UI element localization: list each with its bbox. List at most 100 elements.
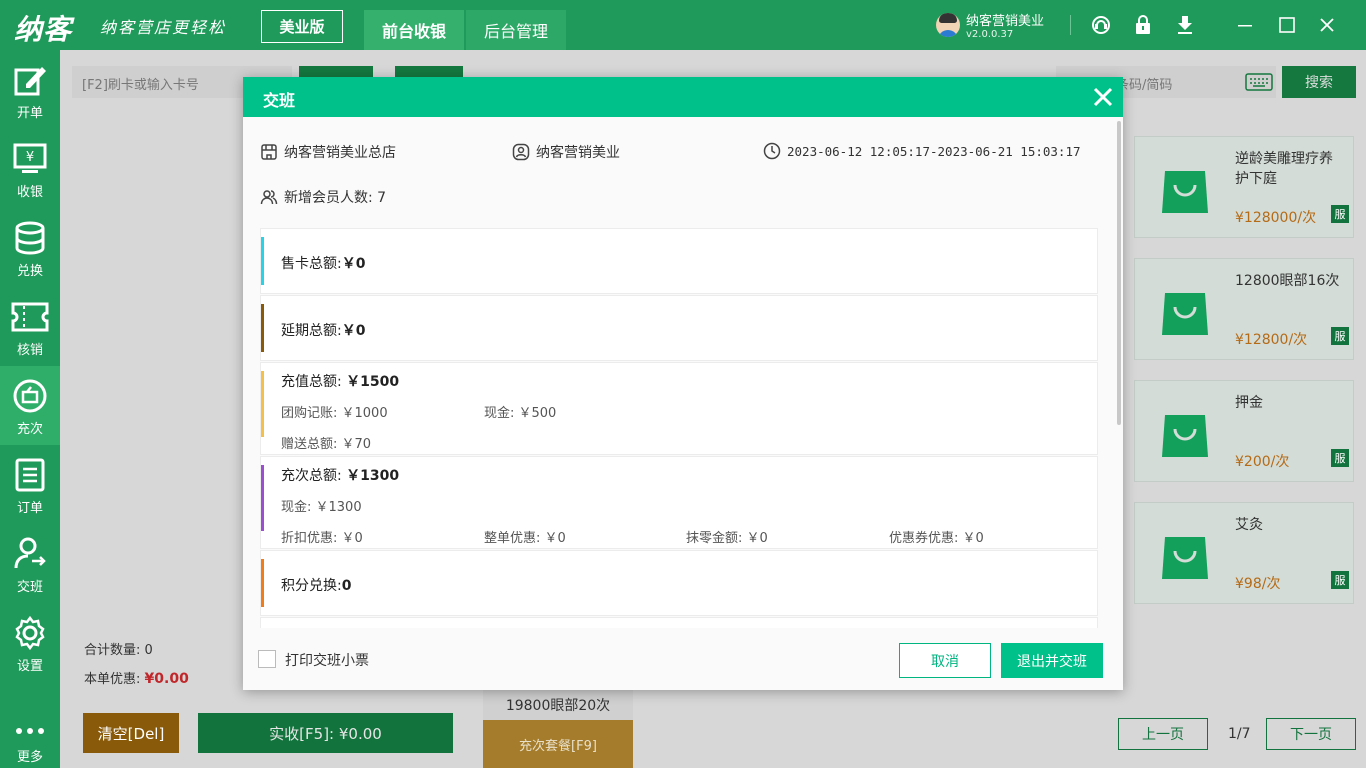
sidebar-item-orders[interactable]: 订单 [0, 445, 60, 524]
sidebar-item-label: 交班 [16, 580, 43, 595]
recharge-icon [13, 379, 47, 413]
scrollbar-thumb[interactable] [1117, 121, 1121, 425]
sidebar-item-label: 兑换 [16, 264, 43, 279]
shopping-bag-icon [1162, 293, 1208, 335]
shopping-bag-icon [1162, 537, 1208, 579]
sidebar-item-verify[interactable]: 核销 [0, 287, 60, 366]
recharge-section: 充值总额: ￥1500 团购记账: ￥1000 现金: ￥500 赠送总额: ￥… [260, 362, 1098, 455]
users-icon [260, 190, 278, 205]
sidebar-item-label: 充次 [16, 422, 43, 437]
product-name: 12800眼部16次 [1235, 273, 1340, 289]
divider [1070, 15, 1071, 35]
store-icon [261, 144, 277, 160]
next-page-button[interactable]: 下一页 [1266, 718, 1356, 750]
tab-back-office[interactable]: 后台管理 [466, 10, 566, 50]
dialog-header: 交班 [243, 77, 1123, 117]
sidebar-item-label: 更多 [16, 750, 43, 765]
clear-button[interactable]: 清空[Del] [83, 713, 179, 753]
logout-handover-button[interactable]: 退出并交班 [1001, 643, 1103, 678]
dialog-title: 交班 [263, 91, 296, 110]
clock-icon [763, 142, 781, 160]
product-price: ¥12800/次 [1235, 332, 1308, 348]
shopping-bag-icon [1162, 171, 1208, 213]
extension-section: 延期总额:￥0 [260, 295, 1098, 361]
product-name: 艾灸 [1235, 517, 1263, 533]
product-price: ¥128000/次 [1235, 210, 1317, 226]
sidebar-item-settings[interactable]: 设置 [0, 603, 60, 682]
product-name: 押金 [1235, 395, 1263, 411]
close-icon[interactable] [1091, 85, 1115, 109]
sidebar-item-label: 核销 [16, 343, 43, 358]
cancel-button[interactable]: 取消 [899, 643, 991, 678]
shopping-bag-icon [1162, 415, 1208, 457]
sidebar-item-exchange[interactable]: 兑换 [0, 208, 60, 287]
section-accent [261, 304, 264, 352]
sidebar-item-shift[interactable]: 交班 [0, 524, 60, 603]
operator-info: 纳客营销美业 [512, 142, 620, 162]
product-card[interactable]: 艾灸 ¥98/次 服 [1134, 502, 1354, 604]
avatar[interactable] [936, 13, 960, 37]
sidebar-item-label: 订单 [16, 501, 43, 516]
sidebar-item-open-order[interactable]: 开单 [0, 50, 60, 129]
sidebar: 开单 ¥ 收银 兑换 核销 充次 订单 交班 设置 更多 [0, 50, 60, 768]
more-icon [16, 728, 44, 734]
store-info: 纳客营销美业总店 [260, 142, 396, 162]
lock-icon[interactable] [1132, 14, 1154, 36]
sidebar-item-cashier[interactable]: ¥ 收银 [0, 129, 60, 208]
sidebar-item-more[interactable]: 更多 [0, 700, 60, 768]
sidebar-item-label: 开单 [16, 106, 43, 121]
ticket-icon [11, 302, 49, 332]
keyboard-icon[interactable] [1245, 73, 1273, 91]
sidebar-item-label: 设置 [16, 659, 43, 674]
download-icon[interactable] [1174, 14, 1196, 36]
package-button[interactable]: 充次套餐[F9] [483, 720, 633, 768]
page-indicator: 1/7 [1228, 726, 1251, 742]
search-button[interactable]: 搜索 [1282, 66, 1356, 98]
prev-page-button[interactable]: 上一页 [1118, 718, 1208, 750]
minimize-icon[interactable] [1234, 14, 1256, 36]
summary-list: 售卡总额:￥0 延期总额:￥0 充值总额: ￥1500 团购记账: ￥1000 … [260, 228, 1098, 628]
app-slogan: 纳客营店更轻松 [100, 18, 227, 37]
product-card[interactable]: 逆龄美雕理疗养护下庭 ¥128000/次 服 [1134, 136, 1354, 238]
edition-button[interactable]: 美业版 [261, 10, 343, 43]
section-accent [261, 371, 264, 437]
edit-icon [14, 67, 46, 96]
product-price: ¥200/次 [1235, 454, 1290, 470]
product-price: ¥98/次 [1235, 576, 1281, 592]
maximize-icon[interactable] [1276, 14, 1298, 36]
checkout-button[interactable]: 实收[F5]: ¥0.00 [198, 713, 453, 753]
package-card[interactable]: 19800眼部20次 [483, 690, 633, 720]
total-quantity: 合计数量: 0 [84, 643, 153, 658]
cashier-icon: ¥ [13, 143, 47, 173]
product-card[interactable]: 12800眼部16次 ¥12800/次 服 [1134, 258, 1354, 360]
top-bar: 纳客 纳客营店更轻松 美业版 前台收银 后台管理 纳客营销美业 v2.0.0.3… [0, 0, 1366, 50]
user-name: 纳客营销美业 [966, 14, 1045, 29]
points-section: 积分兑换:0 [260, 550, 1098, 616]
product-card[interactable]: 押金 ¥200/次 服 [1134, 380, 1354, 482]
gear-icon [15, 615, 45, 651]
support-icon[interactable] [1090, 14, 1112, 36]
sidebar-item-recharge[interactable]: 充次 [0, 366, 60, 445]
print-receipt-checkbox[interactable] [258, 650, 276, 668]
app-logo: 纳客 [14, 13, 73, 46]
product-name: 逆龄美雕理疗养护下庭 [1235, 151, 1333, 187]
section-accent [261, 559, 264, 607]
app-version: v2.0.0.37 [966, 29, 1014, 40]
service-badge: 服 [1331, 449, 1349, 467]
tab-front-desk[interactable]: 前台收银 [364, 10, 464, 50]
section-accent [261, 237, 264, 285]
recharge-times-section: 充次总额: ￥1300 现金: ￥1300 折扣优惠: ￥0 整单优惠: ￥0 … [260, 456, 1098, 549]
user-icon [512, 143, 530, 161]
close-window-icon[interactable] [1316, 14, 1338, 36]
new-members-info: 新增会员人数: 7 [260, 187, 386, 207]
shift-handover-dialog: 交班 纳客营销美业总店 纳客营销美业 2023-06-12 12:05:17-2… [243, 77, 1123, 690]
time-range-info: 2023-06-12 12:05:17-2023-06-21 15:03:17 [763, 142, 1081, 160]
order-icon [15, 458, 45, 492]
service-badge: 服 [1331, 571, 1349, 589]
print-receipt-label[interactable]: 打印交班小票 [285, 650, 369, 670]
next-section [260, 617, 1098, 628]
shift-icon [14, 537, 46, 569]
card-sales-section: 售卡总额:￥0 [260, 228, 1098, 294]
sidebar-item-label: 收银 [16, 185, 43, 200]
svg-text:¥: ¥ [26, 150, 34, 165]
